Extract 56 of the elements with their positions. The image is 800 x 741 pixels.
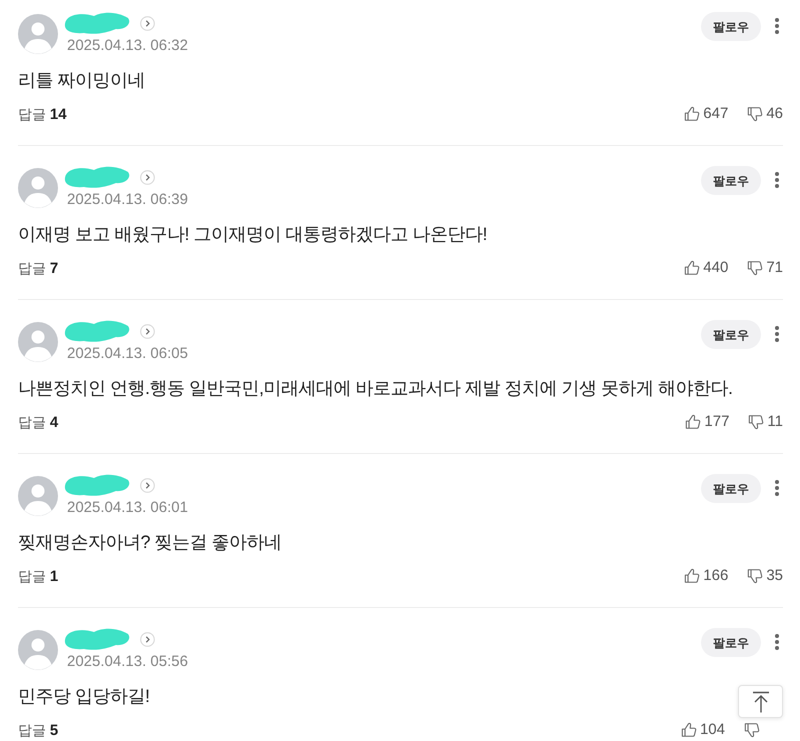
thumbs-down-icon <box>744 722 760 738</box>
like-button[interactable]: 166 <box>684 566 728 586</box>
dislike-button[interactable]: 11 <box>748 412 783 432</box>
avatar-icon <box>18 14 58 54</box>
chevron-icon[interactable] <box>140 478 155 492</box>
thumbs-up-icon <box>684 260 700 276</box>
chevron-icon[interactable] <box>140 170 155 184</box>
follow-button[interactable]: 팔로우 <box>701 12 761 41</box>
chevron-icon[interactable] <box>140 16 155 30</box>
comment-date: 2025.04.13. 06:39 <box>67 190 188 210</box>
comment-text: 나쁜정치인 언행.행동 일반국민,미래세대에 바로교과서다 제발 정치에 기생 못하게 해야한다. <box>18 377 733 400</box>
comment-date: 2025.04.13. 06:05 <box>67 344 188 364</box>
comment-date: 2025.04.13. 05:56 <box>67 652 188 672</box>
follow-button[interactable]: 팔로우 <box>701 166 761 195</box>
more-options-icon[interactable] <box>775 172 779 188</box>
follow-button[interactable]: 팔로우 <box>701 474 761 503</box>
comment-text: 리틀 짜이밍이네 <box>18 69 146 92</box>
avatar-icon <box>18 630 58 670</box>
replies-button[interactable]: 답글 4 <box>18 412 58 432</box>
replies-button[interactable]: 답글 5 <box>18 720 58 740</box>
scroll-to-top-button[interactable] <box>738 685 783 718</box>
comment-date: 2025.04.13. 06:32 <box>67 36 188 56</box>
avatar-icon <box>18 168 58 208</box>
chevron-icon[interactable] <box>140 324 155 338</box>
comment-text: 이재명 보고 배웠구나! 그이재명이 대통령하겠다고 나온단다! <box>18 223 488 246</box>
comment-date: 2025.04.13. 06:01 <box>67 498 188 518</box>
replies-button[interactable]: 답글 7 <box>18 258 58 278</box>
thumbs-up-icon <box>685 414 702 430</box>
dislike-button[interactable]: 35 <box>747 566 783 586</box>
dislike-button[interactable]: 71 <box>747 258 783 278</box>
arrow-up-icon <box>752 690 770 712</box>
thumbs-up-icon <box>684 568 700 584</box>
more-options-icon[interactable] <box>775 480 779 496</box>
like-button[interactable]: 440 <box>684 258 728 278</box>
comment-text: 민주당 입당하길! <box>18 685 150 708</box>
thumbs-up-icon <box>680 722 697 738</box>
replies-button[interactable]: 답글 1 <box>18 566 58 586</box>
like-button[interactable]: 177 <box>685 412 730 432</box>
thumbs-down-icon <box>748 414 764 430</box>
follow-button[interactable]: 팔로우 <box>701 320 761 349</box>
thumbs-down-icon <box>747 568 764 584</box>
dislike-button[interactable]: 46 <box>747 104 783 124</box>
chevron-icon[interactable] <box>140 632 155 646</box>
like-button[interactable]: 104 <box>680 720 725 740</box>
thumbs-down-icon <box>747 106 764 122</box>
comment-text: 찢재명손자아녀? 찢는걸 좋아하네 <box>18 531 282 554</box>
more-options-icon[interactable] <box>775 326 779 342</box>
follow-button[interactable]: 팔로우 <box>701 628 761 657</box>
more-options-icon[interactable] <box>775 634 779 650</box>
avatar-icon <box>18 322 58 362</box>
replies-button[interactable]: 답글 14 <box>18 104 67 124</box>
thumbs-down-icon <box>747 260 764 276</box>
avatar-icon <box>18 476 58 516</box>
more-options-icon[interactable] <box>775 18 779 34</box>
like-button[interactable]: 647 <box>684 104 728 124</box>
thumbs-up-icon <box>684 106 700 122</box>
